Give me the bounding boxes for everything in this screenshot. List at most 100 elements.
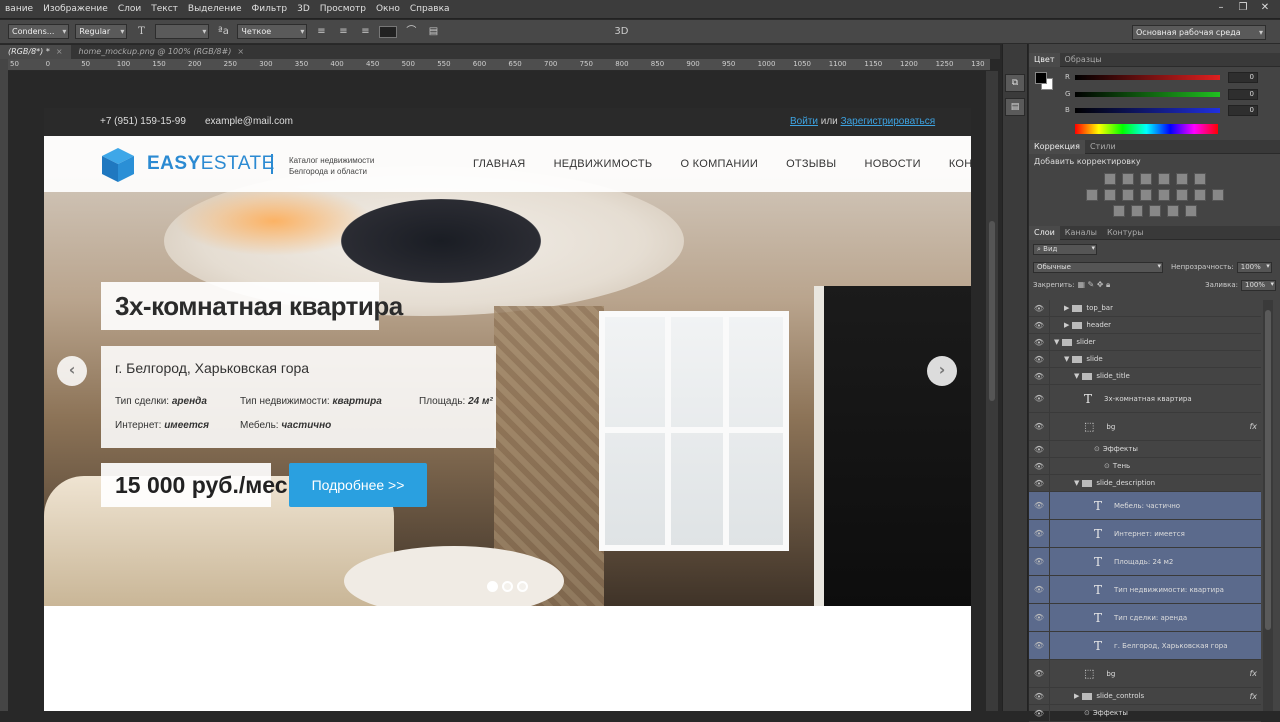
menu-item[interactable]: 3D: [292, 4, 315, 14]
layers-scrollbar[interactable]: [1263, 300, 1273, 711]
minimize-icon[interactable]: –: [1212, 0, 1230, 16]
close-tab-icon[interactable]: ×: [237, 47, 244, 56]
layer-row[interactable]: 👁︎ T Тип сделки: аренда: [1029, 604, 1261, 632]
menu-item[interactable]: Текст: [146, 4, 183, 14]
visibility-eye-icon[interactable]: 👁︎: [1029, 372, 1049, 381]
layer-row[interactable]: 👁︎ ▼ slide_title: [1029, 368, 1261, 385]
visibility-eye-icon[interactable]: 👁︎: [1029, 501, 1049, 510]
nav-news[interactable]: НОВОСТИ: [864, 158, 920, 170]
layer-row[interactable]: 👁︎ Tг. Белгород, Харьковская гора: [1029, 632, 1261, 660]
nav-home[interactable]: ГЛАВНАЯ: [473, 158, 526, 170]
layer-row[interactable]: 👁︎ T Тип недвижимости: квартира: [1029, 576, 1261, 604]
layer-row[interactable]: 👁︎ ▼ slider: [1029, 334, 1261, 351]
details-button[interactable]: Подробнее >>: [289, 463, 427, 507]
layer-row[interactable]: 👁︎ T Интернет: имеется: [1029, 520, 1261, 548]
tab-color[interactable]: Цвет: [1029, 52, 1060, 67]
layer-row[interactable]: 👁︎ ⬚ bg fx: [1029, 413, 1261, 441]
layer-row[interactable]: 👁︎ ▼ slide: [1029, 351, 1261, 368]
visibility-eye-icon[interactable]: 👁︎: [1029, 709, 1049, 718]
character-panel-icon[interactable]: ▤: [425, 24, 441, 40]
layer-row[interactable]: 👁︎ ▶ slide_controls fx: [1029, 688, 1261, 705]
visibility-eye-icon[interactable]: 👁︎: [1029, 394, 1049, 403]
blend-mode-select[interactable]: Обычные: [1033, 261, 1163, 273]
layer-row[interactable]: 👁︎ ▼ slide_description: [1029, 475, 1261, 492]
tab-adjustments[interactable]: Коррекция: [1029, 139, 1085, 154]
expand-triangle-icon[interactable]: ▶: [1074, 692, 1079, 700]
font-family-select[interactable]: Condens...: [8, 24, 70, 39]
visibility-eye-icon[interactable]: 👁︎: [1029, 445, 1049, 454]
visibility-eye-icon[interactable]: 👁︎: [1029, 479, 1049, 488]
collapse-triangle-icon[interactable]: ▼: [1074, 372, 1079, 380]
antialias-select[interactable]: Четкое: [237, 24, 308, 39]
nav-about[interactable]: О КОМПАНИИ: [680, 158, 758, 170]
layer-row[interactable]: 👁︎ T Площадь: 24 м2: [1029, 548, 1261, 576]
visibility-eye-icon[interactable]: 👁︎: [1029, 338, 1049, 347]
visibility-eye-icon[interactable]: 👁︎: [1029, 585, 1049, 594]
collapse-triangle-icon[interactable]: ▼: [1054, 338, 1059, 346]
menu-item[interactable]: вание: [0, 4, 38, 14]
fg-bg-swatch[interactable]: [1035, 72, 1055, 92]
menu-item[interactable]: Изображение: [38, 4, 113, 14]
workspace-select[interactable]: Основная рабочая среда: [1132, 25, 1266, 40]
menu-item[interactable]: Выделение: [183, 4, 247, 14]
font-size-select[interactable]: [155, 24, 210, 39]
layer-row[interactable]: 👁︎ ⊙ Эффекты: [1029, 705, 1261, 722]
info-icon[interactable]: ▤: [1005, 98, 1025, 116]
scroll-thumb[interactable]: [989, 221, 995, 401]
menu-item[interactable]: Фильтр: [247, 4, 293, 14]
restore-icon[interactable]: ❐: [1234, 0, 1252, 16]
visibility-eye-icon[interactable]: 👁︎: [1029, 304, 1049, 313]
nav-reviews[interactable]: ОТЗЫВЫ: [786, 158, 836, 170]
align-center-icon[interactable]: ≡: [335, 24, 351, 40]
visibility-eye-icon[interactable]: 👁︎: [1029, 641, 1049, 650]
close-tab-icon[interactable]: ×: [56, 47, 63, 56]
slide-dot[interactable]: [502, 581, 513, 592]
effect-eye-icon[interactable]: ⊙: [1094, 445, 1100, 453]
fx-icon[interactable]: fx: [1249, 422, 1257, 431]
login-link[interactable]: Войти: [790, 116, 818, 127]
menu-item[interactable]: Просмотр: [315, 4, 371, 14]
history-icon[interactable]: ⧉: [1005, 74, 1025, 92]
slide-dot[interactable]: [487, 581, 498, 592]
layer-row[interactable]: 👁︎ ▶ top_bar: [1029, 300, 1261, 317]
tab-document-1[interactable]: (RGB/8*) * ×: [0, 45, 71, 59]
tab-channels[interactable]: Каналы: [1060, 228, 1102, 237]
prev-slide-icon[interactable]: ‹: [57, 356, 87, 386]
layer-row[interactable]: 👁︎ T Мебель: частично: [1029, 492, 1261, 520]
visibility-eye-icon[interactable]: 👁︎: [1029, 321, 1049, 330]
layer-row[interactable]: 👁︎ ⊙ Тень: [1029, 458, 1261, 475]
layer-filter-select[interactable]: ⌕ Вид: [1033, 243, 1097, 255]
text-color-swatch[interactable]: [379, 25, 398, 38]
visibility-eye-icon[interactable]: 👁︎: [1029, 422, 1049, 431]
expand-triangle-icon[interactable]: ▶: [1064, 321, 1069, 329]
fx-icon[interactable]: fx: [1249, 669, 1257, 678]
channel-g[interactable]: G 0: [1065, 88, 1258, 100]
effect-eye-icon[interactable]: ⊙: [1104, 462, 1110, 470]
nav-contacts[interactable]: КОНТАКТЫ: [949, 158, 971, 170]
tab-document-2[interactable]: home_mockup.png @ 100% (RGB/8#) ×: [71, 45, 253, 59]
slide-dot[interactable]: [517, 581, 528, 592]
tab-swatches[interactable]: Образцы: [1060, 55, 1107, 64]
visibility-eye-icon[interactable]: 👁︎: [1029, 462, 1049, 471]
channel-b[interactable]: B 0: [1065, 104, 1258, 116]
label-3d[interactable]: 3D: [613, 24, 629, 40]
next-slide-icon[interactable]: ›: [927, 356, 957, 386]
tab-paths[interactable]: Контуры: [1102, 228, 1149, 237]
channel-r[interactable]: R 0: [1065, 71, 1258, 83]
collapse-triangle-icon[interactable]: ▼: [1074, 479, 1079, 487]
visibility-eye-icon[interactable]: 👁︎: [1029, 355, 1049, 364]
align-right-icon[interactable]: ≡: [357, 24, 373, 40]
visibility-eye-icon[interactable]: 👁︎: [1029, 692, 1049, 701]
align-left-icon[interactable]: ≡: [313, 24, 329, 40]
menu-item[interactable]: Окно: [371, 4, 405, 14]
layer-row[interactable]: 👁︎ ⊙ Эффекты: [1029, 441, 1261, 458]
menu-item[interactable]: Справка: [405, 4, 455, 14]
lock-icons[interactable]: ▦ ✎ ✥ 🔒︎: [1077, 280, 1110, 290]
register-link[interactable]: Зарегистрироваться: [841, 116, 936, 127]
layer-row[interactable]: 👁︎ T 3х-комнатная квартира: [1029, 385, 1261, 413]
effect-eye-icon[interactable]: ⊙: [1084, 709, 1090, 717]
fill-input[interactable]: 100%: [1240, 279, 1276, 291]
canvas-scrollbar[interactable]: [986, 71, 998, 711]
nav-property[interactable]: НЕДВИЖИМОСТЬ: [554, 158, 653, 170]
visibility-eye-icon[interactable]: 👁︎: [1029, 669, 1049, 678]
